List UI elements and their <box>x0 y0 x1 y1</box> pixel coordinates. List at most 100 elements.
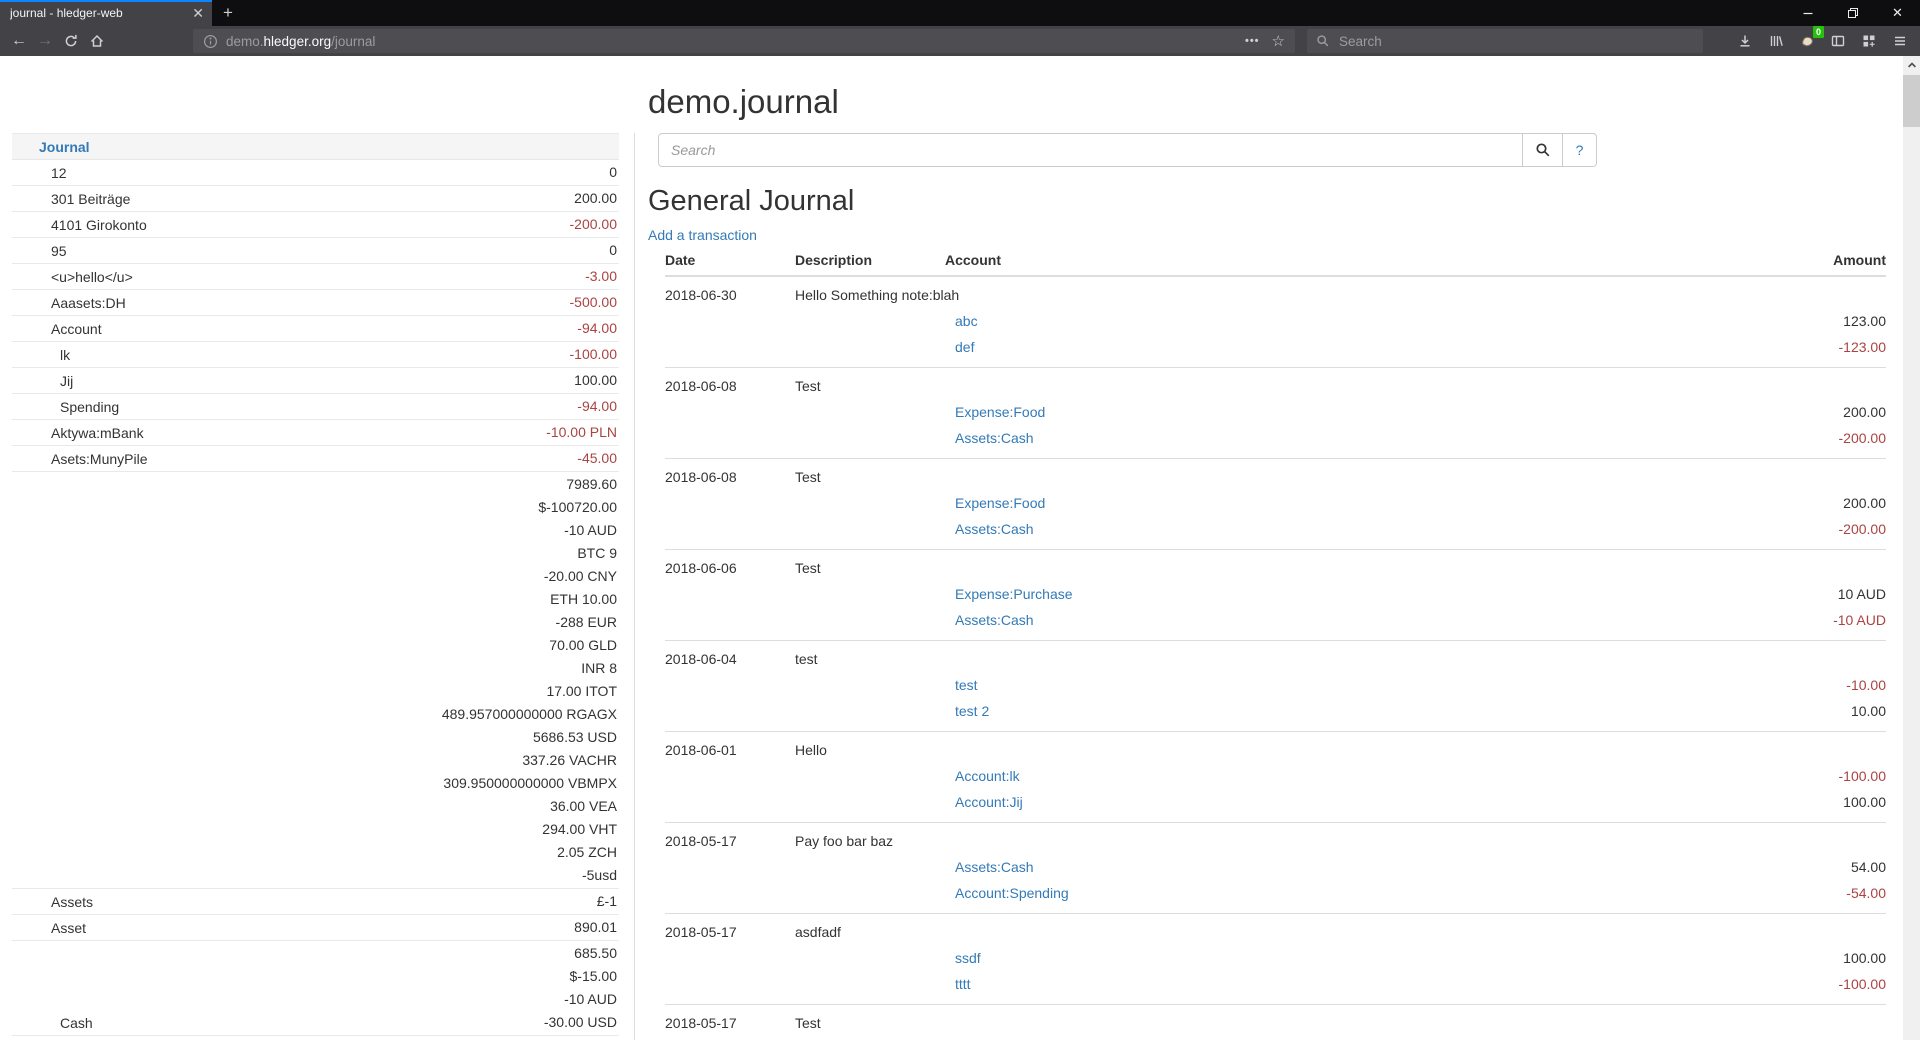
account-name[interactable]: Jij <box>60 373 73 389</box>
account-name[interactable]: 4101 Girokonto <box>51 217 147 233</box>
account-name[interactable]: Aktywa:mBank <box>51 425 144 441</box>
sidebar-account-row[interactable]: Aaasets:DH -500.00 <box>12 290 619 316</box>
page-actions-icon[interactable]: ••• <box>1245 35 1260 47</box>
new-tab-button[interactable]: + <box>212 0 244 26</box>
posting-account-link[interactable]: Assets:Cash <box>955 425 1034 451</box>
sidebar-account-row[interactable]: 12 0 <box>12 160 619 186</box>
browser-tab[interactable]: journal - hledger-web ✕ <box>0 0 212 26</box>
transaction-row[interactable]: 2018-06-01 Hello Account:lk -100.00 Acco… <box>665 732 1886 823</box>
posting-account-link[interactable]: Account:Jij <box>955 789 1023 815</box>
url-bar[interactable]: demo.hledger.org/journal ••• ☆ <box>193 29 1295 53</box>
posting-account-link[interactable]: Assets:Cash <box>955 516 1034 542</box>
transaction-row[interactable]: 2018-05-17 Test <box>665 1005 1886 1040</box>
site-info-icon[interactable] <box>203 34 218 49</box>
posting-account-link[interactable]: test <box>955 672 978 698</box>
bookmark-star-icon[interactable]: ☆ <box>1272 32 1285 50</box>
sidebar-account-row[interactable]: Account -94.00 <box>12 316 619 342</box>
library-icon[interactable] <box>1764 28 1788 54</box>
sidebar-account-row[interactable]: -117.00 <box>12 1036 619 1040</box>
active-tab-accent-line <box>0 0 212 2</box>
tab-close-icon[interactable]: ✕ <box>192 5 204 22</box>
journal-nav-link[interactable]: Journal <box>39 139 90 155</box>
window-close-button[interactable]: ✕ <box>1875 0 1920 26</box>
transaction-row[interactable]: 2018-06-30 Hello Something note:blah abc… <box>665 277 1886 368</box>
account-balance: -3.00 <box>275 264 619 290</box>
url-path: /journal <box>331 34 375 49</box>
account-name[interactable]: Account <box>51 321 102 337</box>
posting-account-link[interactable]: Account:lk <box>955 763 1020 789</box>
sidebar-account-row[interactable]: Aktywa:mBank -10.00 PLN <box>12 420 619 446</box>
sidebar-toggle-icon[interactable] <box>1826 28 1850 54</box>
account-balance: 685.50$-15.00-10 AUD-30.00 USD <box>275 941 619 1036</box>
page-scrollbar[interactable] <box>1903 56 1920 1040</box>
posting-account-link[interactable]: ssdf <box>955 945 981 971</box>
posting-account-link[interactable]: Expense:Purchase <box>955 581 1073 607</box>
sidebar-account-row[interactable]: Jij 100.00 <box>12 368 619 394</box>
extension-icon[interactable]: 0 <box>1795 28 1819 54</box>
forward-icon[interactable]: → <box>32 28 58 54</box>
sidebar-account-row[interactable]: <u>hello</u> -3.00 <box>12 264 619 290</box>
account-name[interactable]: Cash <box>60 1015 93 1031</box>
header-amount: Amount <box>1686 251 1886 269</box>
posting-account-link[interactable]: test 2 <box>955 698 989 724</box>
account-balance-amount: 489.957000000000 RGAGX <box>276 703 617 726</box>
scrollbar-thumb[interactable] <box>1903 75 1920 127</box>
transaction-row[interactable]: 2018-05-17 asdfadf ssdf 100.00 tttt -100… <box>665 914 1886 1005</box>
browser-search-field[interactable]: Search <box>1307 29 1703 53</box>
transaction-row[interactable]: 2018-05-17 Pay foo bar baz Assets:Cash 5… <box>665 823 1886 914</box>
sidebar-account-row[interactable]: Spending -94.00 <box>12 394 619 420</box>
account-name[interactable]: 301 Beiträge <box>51 191 130 207</box>
downloads-icon[interactable] <box>1733 28 1757 54</box>
account-name[interactable]: lk <box>60 347 70 363</box>
posting-row: tttt -100.00 <box>665 971 1886 997</box>
posting-account-link[interactable]: Account:Spending <box>955 880 1069 906</box>
account-balance-amount: 309.950000000000 VBMPX <box>276 772 617 795</box>
sidebar-account-row[interactable]: 7989.60$-100720.00-10 AUDBTC 9-20.00 CNY… <box>12 472 619 889</box>
account-name[interactable]: Spending <box>60 399 119 415</box>
window-minimize-button[interactable] <box>1785 0 1830 26</box>
back-icon[interactable]: ← <box>6 28 32 54</box>
posting-account-link[interactable]: Assets:Cash <box>955 607 1034 633</box>
home-icon[interactable] <box>84 28 110 54</box>
account-balance-amount: 0 <box>276 239 617 262</box>
transaction-row[interactable]: 2018-06-08 Test Expense:Food 200.00 Asse… <box>665 368 1886 459</box>
account-name[interactable]: Aaasets:DH <box>51 295 126 311</box>
journal-table: Date Description Account Amount 2018-06-… <box>665 249 1886 1040</box>
account-name[interactable]: Asset <box>51 920 86 936</box>
account-name[interactable]: Assets <box>51 894 93 910</box>
sidebar-account-row[interactable]: Asset 890.01 <box>12 915 619 941</box>
search-help-button[interactable]: ? <box>1563 133 1597 167</box>
sidebar-account-row[interactable]: lk -100.00 <box>12 342 619 368</box>
posting-account-link[interactable]: Expense:Food <box>955 399 1045 425</box>
transaction-row[interactable]: 2018-06-04 test test -10.00 test 2 10.00 <box>665 641 1886 732</box>
sidebar-account-row[interactable]: 4101 Girokonto -200.00 <box>12 212 619 238</box>
account-name[interactable]: <u>hello</u> <box>51 269 133 285</box>
posting-account-link[interactable]: abc <box>955 308 978 334</box>
scrollbar-up-arrow-icon[interactable] <box>1903 56 1920 73</box>
posting-account-link[interactable]: Assets:Cash <box>955 854 1034 880</box>
transaction-row[interactable]: 2018-06-06 Test Expense:Purchase 10 AUD … <box>665 550 1886 641</box>
transaction-row[interactable]: 2018-06-08 Test Expense:Food 200.00 Asse… <box>665 459 1886 550</box>
menu-hamburger-icon[interactable] <box>1888 28 1912 54</box>
sidebar-account-row[interactable]: Assets £-1 <box>12 889 619 915</box>
window-restore-button[interactable] <box>1830 0 1875 26</box>
posting-account-link[interactable]: def <box>955 334 974 360</box>
account-name[interactable]: Asets:MunyPile <box>51 451 147 467</box>
account-balance-amount: -94.00 <box>276 317 617 340</box>
posting-account-link[interactable]: tttt <box>955 971 971 997</box>
reload-icon[interactable] <box>58 28 84 54</box>
sidebar-account-row[interactable]: Asets:MunyPile -45.00 <box>12 446 619 472</box>
journal-search-button[interactable] <box>1523 133 1563 167</box>
add-transaction-link[interactable]: Add a transaction <box>648 227 757 243</box>
account-name[interactable]: 12 <box>51 165 67 181</box>
account-name[interactable]: 95 <box>51 243 67 259</box>
journal-search-input[interactable] <box>658 133 1523 167</box>
posting-account-link[interactable]: Expense:Food <box>955 490 1045 516</box>
sidebar-account-row[interactable]: Cash 685.50$-15.00-10 AUD-30.00 USD <box>12 941 619 1036</box>
account-balance: -45.00 <box>275 446 619 472</box>
accounts-table: Journal 12 0 301 Beiträge 200.00 4101 Gi… <box>12 133 619 1040</box>
sidebar-account-row[interactable]: 95 0 <box>12 238 619 264</box>
sidebar-account-row[interactable]: 301 Beiträge 200.00 <box>12 186 619 212</box>
page-content: Journal 12 0 301 Beiträge 200.00 4101 Gi… <box>0 56 1920 1040</box>
extensions-grid-icon[interactable] <box>1857 28 1881 54</box>
